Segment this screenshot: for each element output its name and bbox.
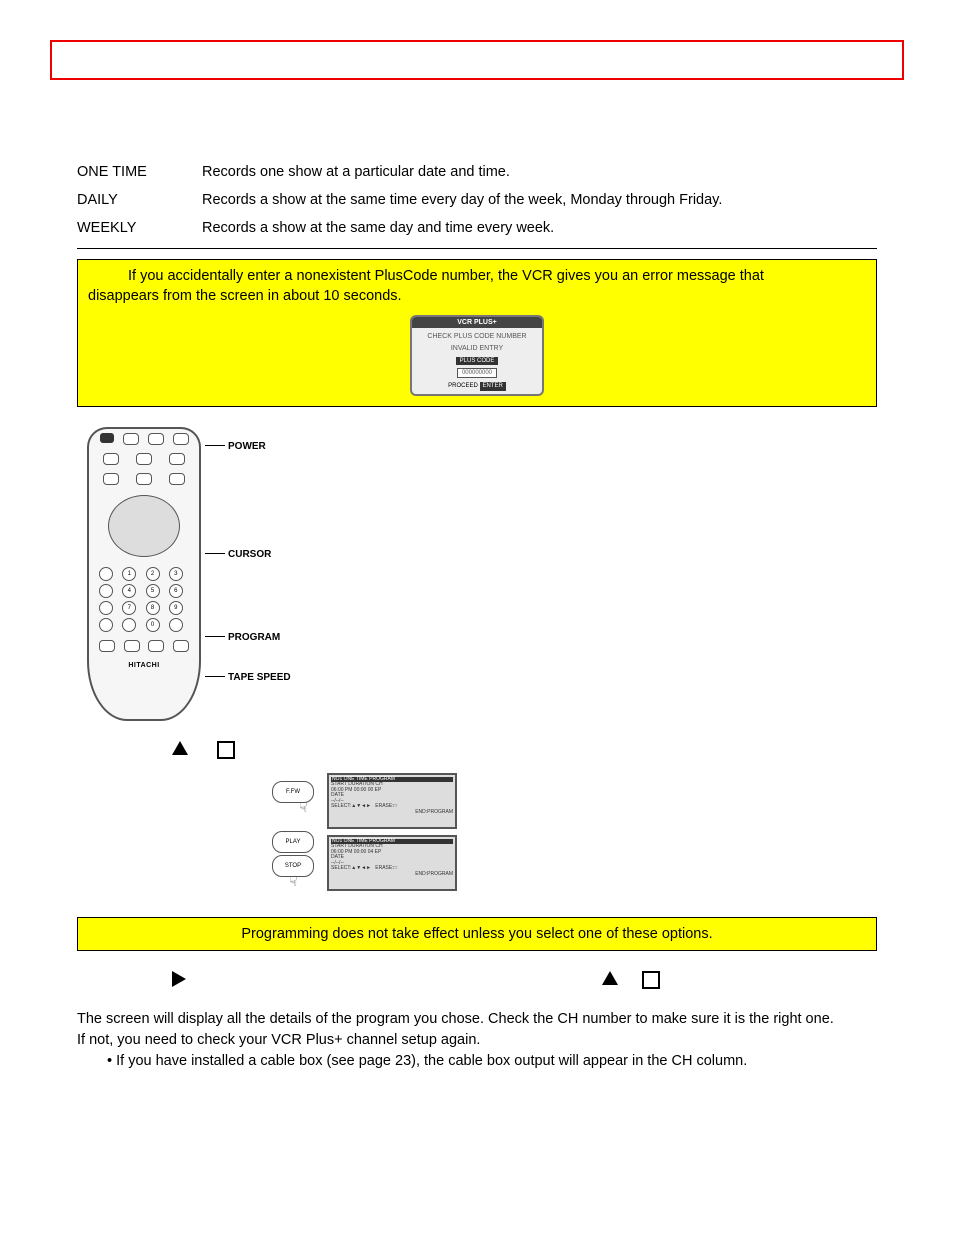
stop-square-icon: [217, 741, 235, 759]
num-7-icon: 7: [122, 601, 136, 615]
bottom-key-3-icon: [148, 640, 164, 652]
term-daily: DAILY: [77, 186, 202, 214]
num-3-icon: 3: [169, 567, 183, 581]
reset-key-icon: [122, 618, 136, 632]
bottom-key-2-icon: [124, 640, 140, 652]
num-0-icon: 0: [146, 618, 160, 632]
num-5-icon: 5: [146, 584, 160, 598]
cursor-pad-icon: [108, 495, 180, 557]
remote-body: 1 2 3 4 5 6 7 8 9 0: [87, 427, 201, 721]
bottom-key-4-icon: [173, 640, 189, 652]
term-one-time: ONE TIME: [77, 158, 202, 186]
divider: [77, 248, 877, 249]
body-p2: If not, you need to check your VCR Plus+…: [77, 1030, 877, 1051]
osd-screen-1: NO1 ONE TIME PROGRAM START DURATION CH 0…: [327, 773, 457, 829]
enter-button-label: ENTER: [480, 382, 506, 390]
remote-brand: HITACHI: [89, 662, 199, 669]
num-9-icon: 9: [169, 601, 183, 615]
finger-press-icon: ☟: [299, 799, 308, 816]
number-grid: 1 2 3 4 5 6 7 8 9 0: [89, 563, 199, 636]
callout-program: PROGRAM: [205, 632, 280, 643]
up-arrow-icon: [172, 741, 188, 755]
finger-press-icon-2: ☟: [289, 873, 298, 890]
callout-tape-speed: TAPE SPEED: [205, 672, 291, 683]
error-dialog-check: CHECK PLUS CODE NUMBER: [412, 332, 542, 342]
guide-key-icon: [99, 567, 113, 581]
icon-row-1: [77, 741, 877, 759]
body-text-block: The screen will display all the details …: [77, 1009, 877, 1072]
vol-up-icon: [103, 453, 119, 465]
table-row: WEEKLY Records a show at the same day an…: [77, 214, 877, 242]
stop-square-icon-2: [642, 971, 660, 989]
power-button-icon: [100, 433, 114, 443]
misc-button-icon: [169, 453, 185, 465]
up-arrow-icon-2: [602, 971, 618, 985]
definitions-table: ONE TIME Records one show at a particula…: [77, 158, 877, 242]
error-dialog-invalid: INVALID ENTRY: [412, 344, 542, 354]
note1-line1: If you accidentally enter a nonexistent …: [128, 268, 764, 284]
table-row: DAILY Records a show at the same time ev…: [77, 186, 877, 214]
tv-button-icon: [148, 433, 164, 445]
vcr-button-icon: [123, 433, 139, 445]
osd-screen-2: NO1 ONE TIME PROGRAM START DURATION CH 0…: [327, 835, 457, 891]
callout-cursor: CURSOR: [205, 549, 271, 560]
desc-daily: Records a show at the same time every da…: [202, 186, 877, 214]
red-header-bar: [50, 40, 904, 80]
num-6-icon: 6: [169, 584, 183, 598]
bottom-key-1-icon: [99, 640, 115, 652]
term-weekly: WEEKLY: [77, 214, 202, 242]
note-programming-effect: Programming does not take effect unless …: [77, 917, 877, 951]
pluscode-label: PLUS CODE: [456, 357, 499, 365]
clear-key-icon: [99, 618, 113, 632]
vol-down-icon: [103, 473, 119, 485]
body-bullet-1: • If you have installed a cable box (see…: [107, 1051, 877, 1072]
note2-text: Programming does not take effect unless …: [241, 926, 712, 942]
desc-one-time: Records one show at a particular date an…: [202, 158, 877, 186]
num-1-icon: 1: [122, 567, 136, 581]
num-2-icon: 2: [146, 567, 160, 581]
programming-diagram: F.FW ☟ PLAY STOP ☟ NO1 ONE TIME PROGRAM …: [77, 773, 877, 903]
aux-key-icon: [169, 618, 183, 632]
callout-power: POWER: [205, 441, 266, 452]
catv-button-icon: [173, 433, 189, 445]
blank-space: [50, 88, 904, 158]
num-4-icon: 4: [122, 584, 136, 598]
num-8-icon: 8: [146, 601, 160, 615]
table-row: ONE TIME Records one show at a particula…: [77, 158, 877, 186]
error-dialog: VCR PLUS+ CHECK PLUS CODE NUMBER INVALID…: [410, 315, 544, 396]
note1-line2: disappears from the screen in about 10 s…: [88, 288, 402, 304]
right-arrow-icon: [172, 971, 186, 987]
ch-down-icon: [136, 473, 152, 485]
error-dialog-title: VCR PLUS+: [412, 317, 542, 329]
display-key-icon: [99, 584, 113, 598]
note-error-pluscode: If you accidentally enter a nonexistent …: [77, 259, 877, 407]
program-key-icon: [99, 601, 113, 615]
icon-row-2: [77, 971, 877, 991]
ffw-button-icon: F.FW: [272, 781, 314, 803]
remote-illustration: 1 2 3 4 5 6 7 8 9 0: [77, 427, 877, 727]
body-p1: The screen will display all the details …: [77, 1009, 877, 1030]
ch-up-icon: [136, 453, 152, 465]
desc-weekly: Records a show at the same day and time …: [202, 214, 877, 242]
misc2-button-icon: [169, 473, 185, 485]
play-button-icon: PLAY: [272, 831, 314, 853]
proceed-label: PROCEED: [448, 383, 478, 389]
pluscode-value: 000000000: [457, 368, 497, 378]
